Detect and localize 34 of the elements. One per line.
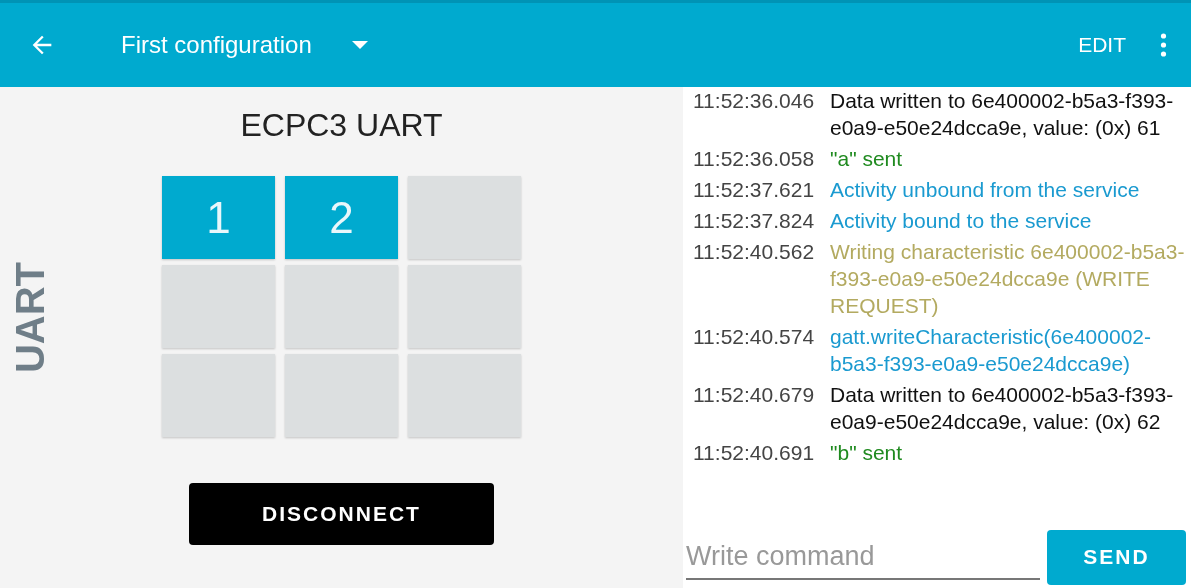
command-input-field[interactable]: Write command	[686, 534, 1040, 580]
log-timestamp: 11:52:40.574	[693, 324, 816, 350]
log-timestamp: 11:52:40.562	[693, 239, 816, 265]
log-message: "a" sent	[830, 146, 904, 172]
log-timestamp: 11:52:36.058	[693, 146, 816, 172]
log-message: "b" sent	[830, 440, 904, 466]
log-timestamp: 11:52:40.691	[693, 440, 816, 466]
grid-key[interactable]	[285, 354, 398, 437]
log-message: Activity unbound from the service	[830, 177, 1141, 203]
log-timestamp: 11:52:40.679	[693, 382, 816, 408]
caret-icon[interactable]	[351, 41, 368, 49]
configuration-dropdown[interactable]: First configuration	[121, 31, 312, 59]
grid-key[interactable]	[285, 265, 398, 348]
grid-key[interactable]: 2	[285, 176, 398, 259]
log-message: Data written to 6e400002-b5a3-f393-e0a9-e50e24dcca9e, value: (0x) 61	[830, 88, 1175, 141]
more-menu-icon[interactable]	[1160, 33, 1167, 57]
log-message: Writing characteristic 6e400002-b5a3-f393-e0a9-e50e24dcca9e (WRITE REQUEST)	[830, 239, 1186, 319]
log-message: Activity bound to the service	[830, 208, 1093, 234]
grid-key[interactable]: 1	[162, 176, 275, 259]
disconnect-button[interactable]: DISCONNECT	[189, 483, 494, 545]
log-timestamp: 11:52:37.824	[693, 208, 816, 234]
log-timestamp: 11:52:37.621	[693, 177, 816, 203]
device-name: ECPC3 UART	[240, 107, 443, 144]
grid-key[interactable]	[408, 265, 521, 348]
edit-button[interactable]: EDIT	[1074, 29, 1130, 61]
grid-key[interactable]	[162, 354, 275, 437]
log-message: gatt.writeCharacteristic(6e400002-b5a3-f393-e0a9-e50e24dcca9e)	[830, 324, 1152, 377]
send-button[interactable]: SEND	[1047, 529, 1186, 585]
log-timestamp: 11:52:36.046	[693, 88, 816, 114]
grid-key[interactable]	[162, 265, 275, 348]
grid-key[interactable]	[408, 354, 521, 437]
log-message: Data written to 6e400002-b5a3-f393-e0a9-e50e24dcca9e, value: (0x) 62	[830, 382, 1175, 435]
side-label: UART	[7, 261, 53, 374]
grid-key[interactable]	[408, 176, 521, 259]
